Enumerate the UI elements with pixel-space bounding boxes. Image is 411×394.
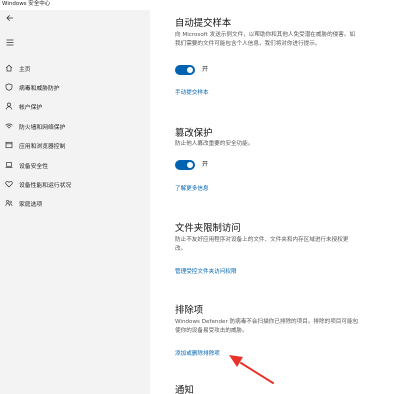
- section-desc-folder-access-line2: 改。: [175, 246, 187, 252]
- auto-submit-toggle[interactable]: [175, 65, 195, 75]
- sidebar-item-label: 病毒和威胁防护: [19, 85, 60, 92]
- window-title: Windows 安全中心: [2, 1, 51, 7]
- sidebar-item-device-security[interactable]: 设备安全性: [0, 158, 150, 172]
- section-desc-auto-submit-line2: 我们需要的文件可能包含个人信息，我们将对你进行提示。: [175, 41, 321, 47]
- section-title-auto-submit: 自动提交样本: [175, 18, 232, 29]
- main-content: 自动提交样本 向 Microsoft 发送示例文件，以帮助你和其他人免受潜在威胁…: [150, 10, 411, 394]
- section-title-exclusions: 排除项: [175, 305, 204, 316]
- sidebar-item-account[interactable]: 帐户保护: [0, 99, 150, 113]
- wifi-icon: [4, 122, 13, 131]
- section-desc-tamper: 防止他人篡改重要的安全功能。: [175, 141, 254, 147]
- back-arrow-icon: [6, 15, 13, 21]
- family-icon: [4, 199, 13, 208]
- hamburger-icon: [6, 39, 14, 45]
- sidebar-item-label: 主页: [19, 66, 31, 73]
- shield-icon: [4, 83, 13, 92]
- manage-folder-access-link[interactable]: 管理受控文件夹访问权限: [175, 267, 237, 275]
- manual-submit-link[interactable]: 手动提交样本: [175, 88, 209, 96]
- section-desc-auto-submit-line1: 向 Microsoft 发送示例文件，以帮助你和其他人免受潜在威胁的侵害。如: [175, 32, 356, 38]
- sidebar-item-label: 应用和浏览器控制: [19, 143, 66, 150]
- laptop-icon: [4, 161, 13, 170]
- tamper-toggle-label: 开: [202, 161, 209, 168]
- add-remove-exclusions-link[interactable]: 添加或删除排除项: [175, 349, 220, 357]
- menu-button[interactable]: [3, 36, 17, 48]
- sidebar-item-family[interactable]: 家庭选项: [0, 196, 150, 210]
- sidebar-item-label: 设备安全性: [19, 163, 48, 170]
- sidebar-item-device-health[interactable]: 设备性能和运行状况: [0, 177, 150, 191]
- tamper-toggle[interactable]: [175, 160, 195, 170]
- section-title-folder-access: 文件夹限制访问: [175, 223, 241, 234]
- sidebar-item-home[interactable]: 主页: [0, 61, 150, 75]
- learn-more-link[interactable]: 了解更多信息: [175, 184, 209, 192]
- sidebar-item-label: 防火墙和网络保护: [19, 124, 66, 131]
- section-desc-folder-access-line1: 防止不友好应用程序对设备上的文件、文件夹和内存区域进行未授权更: [175, 237, 349, 243]
- section-title-notifications: 通知: [175, 385, 194, 394]
- sidebar-item-app-browser[interactable]: 应用和浏览器控制: [0, 138, 150, 152]
- section-title-tamper: 篡改保护: [175, 128, 213, 139]
- section-desc-exclusions-line1: Windows Defender 防病毒不会扫描你已排除的项目。排除的项目可能包: [175, 319, 359, 325]
- app-window-icon: [4, 141, 13, 150]
- heart-icon: [4, 180, 13, 189]
- title-bar: Windows 安全中心: [0, 0, 411, 10]
- sidebar-item-label: 帐户保护: [19, 104, 43, 111]
- person-icon: [4, 102, 13, 111]
- sidebar-item-virus-protection[interactable]: 病毒和威胁防护: [0, 80, 150, 94]
- home-icon: [4, 64, 13, 73]
- auto-submit-toggle-label: 开: [202, 66, 209, 73]
- sidebar: 主页 病毒和威胁防护 帐户保护 防火墙和网络保护 应用和浏览器控制 设备安全性: [0, 10, 150, 394]
- section-desc-exclusions-line2: 使你的设备易受攻击的威胁。: [175, 328, 248, 334]
- back-button[interactable]: [3, 12, 17, 24]
- sidebar-item-label: 家庭选项: [19, 201, 43, 208]
- sidebar-item-firewall[interactable]: 防火墙和网络保护: [0, 119, 150, 133]
- sidebar-item-label: 设备性能和运行状况: [19, 182, 72, 189]
